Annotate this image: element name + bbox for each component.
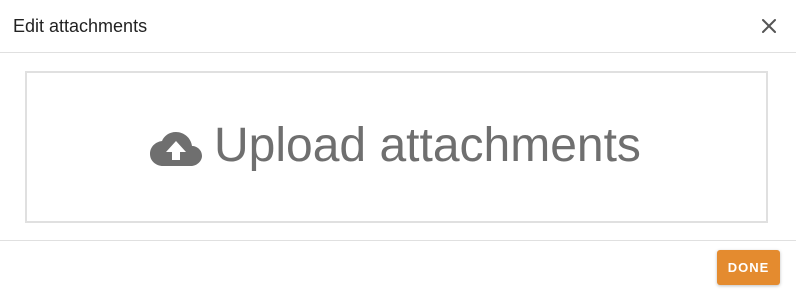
upload-label: Upload attachments bbox=[214, 119, 641, 172]
edit-attachments-dialog: Edit attachments Upload attachments DONE bbox=[0, 0, 796, 291]
done-button[interactable]: DONE bbox=[717, 250, 780, 285]
footer-divider bbox=[0, 240, 796, 241]
cloud-upload-icon bbox=[150, 131, 202, 167]
upload-dropzone[interactable]: Upload attachments bbox=[25, 71, 768, 223]
close-icon[interactable] bbox=[758, 15, 780, 37]
dialog-header: Edit attachments bbox=[0, 0, 796, 53]
dialog-title: Edit attachments bbox=[13, 16, 148, 36]
